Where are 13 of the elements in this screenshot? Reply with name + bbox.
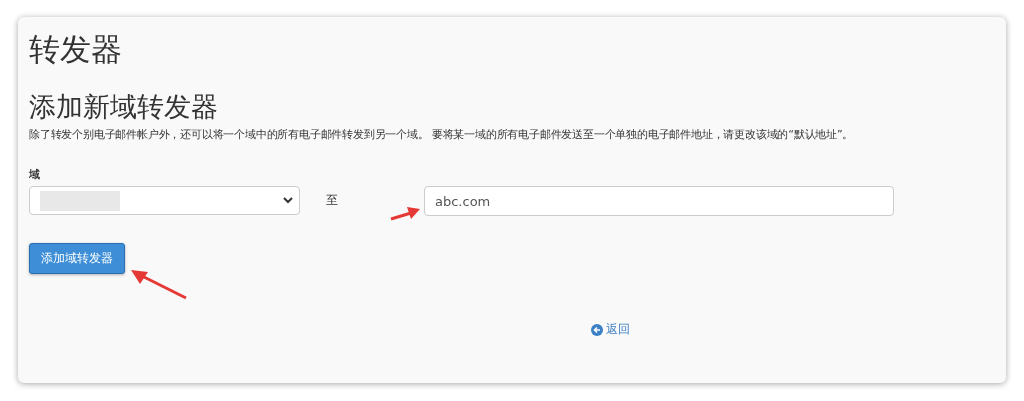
target-domain-field[interactable]: abc.com [424,186,894,216]
section-title: 添加新域转发器 [29,91,219,123]
pointer-arrow [130,268,188,300]
description: 除了转发个别电子邮件帐户外，还可以将一个域中的所有电子邮件转发到另一个域。 要将某一域的所有电子邮件发送至一个单独的电子邮件地址，请更改该域的“默认地址”。 [29,127,855,143]
add-forwarder-button[interactable]: 添加域转发器 [29,243,125,274]
pointer-arrow [389,205,421,223]
to-label: 至 [326,192,339,209]
back-link[interactable]: 返回 [591,321,630,338]
page-title: 转发器 [29,31,123,67]
back-arrow-icon [591,323,603,336]
domain-select[interactable] [29,186,300,215]
chevron-down-icon [283,197,293,204]
domain-label: 域 [29,167,41,182]
